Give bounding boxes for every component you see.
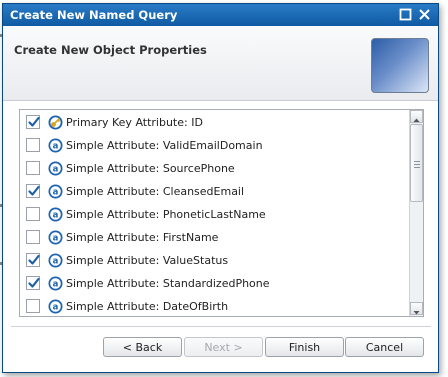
- attribute-checkbox[interactable]: [26, 230, 40, 244]
- attribute-icon: a: [48, 299, 63, 314]
- attribute-checkbox[interactable]: [26, 299, 40, 313]
- grip-line: [414, 164, 420, 165]
- attribute-label: Simple Attribute: SourcePhone: [66, 162, 235, 175]
- attribute-label: Simple Attribute: CleansedEmail: [66, 185, 245, 198]
- attribute-label: Primary Key Attribute: ID: [66, 116, 203, 129]
- attribute-row[interactable]: a Simple Attribute: CleansedEmail: [20, 181, 410, 204]
- attribute-label: Simple Attribute: PhoneticLastName: [66, 208, 266, 221]
- scrollbar-thumb[interactable]: [410, 124, 423, 202]
- attribute-label: Simple Attribute: ValueStatus: [66, 254, 229, 267]
- svg-text:a: a: [53, 211, 59, 221]
- attribute-icon: a: [48, 276, 63, 291]
- svg-text:a: a: [53, 280, 59, 290]
- grip-line: [414, 167, 420, 168]
- back-button[interactable]: < Back: [103, 337, 182, 357]
- attribute-row[interactable]: a Simple Attribute: DateOfBirth: [20, 296, 410, 316]
- cancel-button[interactable]: Cancel: [345, 337, 424, 357]
- scroll-down-arrow-icon[interactable]: [410, 302, 423, 315]
- attribute-row[interactable]: a Simple Attribute: FirstName: [20, 227, 410, 250]
- attribute-row[interactable]: Primary Key Attribute: ID: [20, 112, 410, 135]
- attribute-checkbox[interactable]: [26, 207, 40, 221]
- vertical-scrollbar[interactable]: [409, 110, 423, 316]
- wizard-header: Create New Object Properties: [3, 26, 438, 101]
- svg-text:a: a: [53, 165, 59, 175]
- attribute-row[interactable]: a Simple Attribute: ValueStatus: [20, 250, 410, 273]
- attribute-checkbox[interactable]: [26, 138, 40, 152]
- attribute-icon: a: [48, 161, 63, 176]
- next-button[interactable]: Next >: [184, 337, 263, 357]
- attribute-icon: a: [48, 207, 63, 222]
- attribute-label: Simple Attribute: FirstName: [66, 231, 219, 244]
- attribute-label: Simple Attribute: DateOfBirth: [66, 300, 229, 313]
- attribute-icon: a: [48, 253, 63, 268]
- dialog-titlebar[interactable]: Create New Named Query: [3, 4, 438, 26]
- attribute-icon: a: [48, 138, 63, 153]
- attribute-icon: a: [48, 184, 63, 199]
- attribute-icon: a: [48, 230, 63, 245]
- attribute-checkbox[interactable]: [26, 161, 40, 175]
- attribute-checkbox[interactable]: [26, 115, 40, 129]
- attribute-label: Simple Attribute: ValidEmailDomain: [66, 139, 263, 152]
- attribute-row[interactable]: a Simple Attribute: StandardizedPhone: [20, 273, 410, 296]
- svg-text:a: a: [53, 142, 59, 152]
- attribute-label: Simple Attribute: StandardizedPhone: [66, 277, 270, 290]
- key-attribute-icon: [48, 115, 63, 130]
- scroll-up-arrow-icon[interactable]: [410, 110, 423, 123]
- attribute-checkbox[interactable]: [26, 184, 40, 198]
- close-icon[interactable]: [418, 8, 431, 21]
- attribute-row[interactable]: a Simple Attribute: PhoneticLastName: [20, 204, 410, 227]
- svg-text:a: a: [53, 303, 59, 313]
- svg-text:a: a: [53, 234, 59, 244]
- dialog-title: Create New Named Query: [10, 8, 178, 22]
- finish-button[interactable]: Finish: [265, 337, 344, 357]
- attribute-checkbox[interactable]: [26, 276, 40, 290]
- wizard-heading: Create New Object Properties: [14, 43, 207, 57]
- attribute-checkbox[interactable]: [26, 253, 40, 267]
- named-query-dialog: Create New Named Query Create New Object…: [2, 3, 439, 373]
- footer-divider: [11, 326, 431, 327]
- wizard-banner-image: [371, 38, 429, 93]
- attribute-row[interactable]: a Simple Attribute: SourcePhone: [20, 158, 410, 181]
- svg-text:a: a: [53, 257, 59, 267]
- attribute-list[interactable]: Primary Key Attribute: ID a Simple Attribu…: [19, 109, 424, 317]
- attribute-row[interactable]: a Simple Attribute: ValidEmailDomain: [20, 135, 410, 158]
- svg-text:a: a: [53, 188, 59, 198]
- maximize-icon[interactable]: [399, 8, 412, 21]
- grip-line: [414, 161, 420, 162]
